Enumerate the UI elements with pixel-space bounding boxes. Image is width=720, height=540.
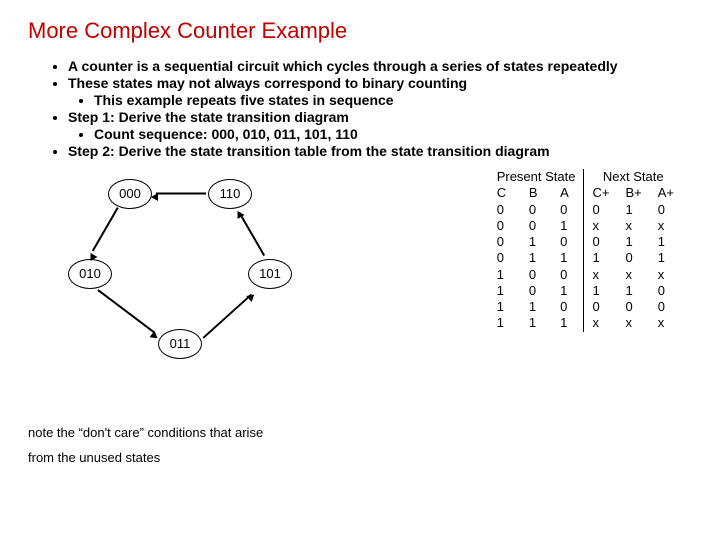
table-cell: 1 bbox=[584, 250, 617, 266]
arrow-line bbox=[156, 193, 206, 195]
table-cell: 1 bbox=[650, 234, 682, 250]
table-cell: 0 bbox=[552, 202, 584, 218]
arrow-line bbox=[238, 212, 264, 256]
state-node-010: 010 bbox=[68, 259, 112, 289]
table-cell: 1 bbox=[521, 315, 552, 331]
table-cell: 0 bbox=[489, 218, 521, 234]
bullet-item: A counter is a sequential circuit which … bbox=[68, 58, 692, 74]
table-cell: 1 bbox=[489, 315, 521, 331]
table-cell: 1 bbox=[552, 250, 584, 266]
table-cell: 0 bbox=[489, 234, 521, 250]
table-cell: 0 bbox=[552, 234, 584, 250]
table-header-present: Present State bbox=[489, 169, 584, 185]
col-A: A bbox=[552, 185, 584, 201]
col-C: C bbox=[489, 185, 521, 201]
state-node-110: 110 bbox=[208, 179, 252, 209]
table-cell: x bbox=[617, 267, 649, 283]
transition-table: Present State Next State C B A C+ B+ A+ … bbox=[489, 169, 682, 332]
table-cell: 0 bbox=[584, 234, 617, 250]
table-cell: 0 bbox=[521, 267, 552, 283]
arrow-line bbox=[98, 289, 155, 332]
state-node-000: 000 bbox=[108, 179, 152, 209]
table-cell: 0 bbox=[584, 299, 617, 315]
table-cell: 0 bbox=[650, 283, 682, 299]
table-cell: x bbox=[617, 218, 649, 234]
page-title: More Complex Counter Example bbox=[28, 18, 692, 44]
sub-bullet-item: Count sequence: 000, 010, 011, 101, 110 bbox=[94, 126, 692, 142]
table-cell: 1 bbox=[617, 283, 649, 299]
table-cell: 1 bbox=[521, 299, 552, 315]
col-B: B bbox=[521, 185, 552, 201]
table-row: 111xxx bbox=[489, 315, 682, 331]
table-cell: 0 bbox=[489, 250, 521, 266]
table-cell: 1 bbox=[617, 202, 649, 218]
table-cell: x bbox=[650, 315, 682, 331]
table-cell: 0 bbox=[521, 218, 552, 234]
table-row: 011101 bbox=[489, 250, 682, 266]
table-cell: 0 bbox=[650, 202, 682, 218]
state-diagram: 000 110 010 101 011 bbox=[38, 169, 318, 409]
col-Aplus: A+ bbox=[650, 185, 682, 201]
table-cell: 0 bbox=[584, 202, 617, 218]
table-cell: x bbox=[650, 267, 682, 283]
table-cell: 1 bbox=[617, 234, 649, 250]
table-cell: 1 bbox=[584, 283, 617, 299]
table-cell: 1 bbox=[552, 283, 584, 299]
table-cell: 0 bbox=[617, 299, 649, 315]
arrow-line bbox=[92, 207, 118, 251]
table-cell: x bbox=[584, 315, 617, 331]
bullet-item: These states may not always correspond t… bbox=[68, 75, 692, 108]
table-row: 100xxx bbox=[489, 267, 682, 283]
table-cell: x bbox=[650, 218, 682, 234]
table-cell: 0 bbox=[521, 283, 552, 299]
arrow-head-icon bbox=[151, 193, 158, 201]
table-cell: 1 bbox=[552, 315, 584, 331]
table-cell: x bbox=[584, 218, 617, 234]
sub-bullet-item: This example repeats five states in sequ… bbox=[94, 92, 692, 108]
table-cell: 1 bbox=[489, 283, 521, 299]
bullet-text: These states may not always correspond t… bbox=[68, 75, 467, 91]
state-node-011: 011 bbox=[158, 329, 202, 359]
table-cell: 1 bbox=[650, 250, 682, 266]
col-Cplus: C+ bbox=[584, 185, 617, 201]
table-row: 000010 bbox=[489, 202, 682, 218]
table-cell: 1 bbox=[521, 250, 552, 266]
table-cell: 0 bbox=[617, 250, 649, 266]
table-cell: x bbox=[617, 315, 649, 331]
table-cell: 0 bbox=[489, 202, 521, 218]
col-Bplus: B+ bbox=[617, 185, 649, 201]
table-cell: 0 bbox=[552, 267, 584, 283]
bullet-list: A counter is a sequential circuit which … bbox=[28, 58, 692, 159]
table-cell: x bbox=[584, 267, 617, 283]
table-cell: 0 bbox=[521, 202, 552, 218]
table-row: 001xxx bbox=[489, 218, 682, 234]
footnote-line-1: note the “don't care” conditions that ar… bbox=[28, 425, 692, 440]
table-header-next: Next State bbox=[584, 169, 682, 185]
bullet-item: Step 2: Derive the state transition tabl… bbox=[68, 143, 692, 159]
footnote-line-2: from the unused states bbox=[28, 450, 692, 465]
state-node-101: 101 bbox=[248, 259, 292, 289]
table-cell: 1 bbox=[552, 218, 584, 234]
arrow-head-icon bbox=[246, 291, 257, 302]
table-cell: 1 bbox=[489, 267, 521, 283]
table-cell: 0 bbox=[650, 299, 682, 315]
table-cell: 1 bbox=[521, 234, 552, 250]
arrow-line bbox=[202, 294, 251, 339]
bullet-item: Step 1: Derive the state transition diag… bbox=[68, 109, 692, 142]
table-cell: 0 bbox=[552, 299, 584, 315]
table-row: 101110 bbox=[489, 283, 682, 299]
table-cell: 1 bbox=[489, 299, 521, 315]
table-row: 110000 bbox=[489, 299, 682, 315]
table-row: 010011 bbox=[489, 234, 682, 250]
bullet-text: Step 1: Derive the state transition diag… bbox=[68, 109, 349, 125]
